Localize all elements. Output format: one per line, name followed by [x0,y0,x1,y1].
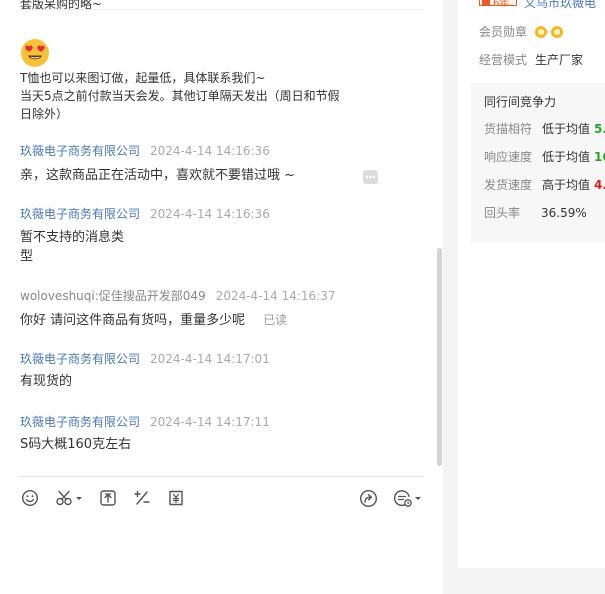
message-time: 2024-4-14 14:16:36 [150,207,270,221]
sender-name[interactable]: 玖薇电子商务有限公司 [20,415,140,429]
compete-row: 响应速度低于均值16 [484,148,605,165]
divider [20,9,424,10]
message-header: 玖薇电子商务有限公司 2024-4-14 14:16:36 [20,142,270,159]
compete-row: 发货速度高于均值4.0 [484,176,605,193]
compete-label: 响应速度 [484,150,533,164]
message-row: 你好 请问这件商品有货吗，重量多少呢 已读 [20,310,287,331]
scrollbar-thumb[interactable] [437,248,442,466]
panel-footer [458,568,605,594]
compete-number: 16 [594,150,605,164]
promo-message: T恤也可以来图订做，起量低，具体联系我们~ 当天5点之前付款当天会发。其他订单隔… [20,69,350,123]
crown-medal-icon[interactable] [534,26,547,38]
message-text: 亲，这款商品正在活动中，喜欢就不要错过哦 ~ [20,168,296,183]
more-options-icon[interactable] [363,170,378,184]
message-text: 型 [20,249,34,264]
compete-value: 高于均值 [542,178,591,192]
competitiveness-title: 同行间竞争力 [484,95,557,109]
scissors-icon[interactable] [55,487,83,509]
business-mode-label: 经营模式 [479,53,528,67]
compete-row: 货描相符低于均值5. [484,120,605,137]
promo-line: 日除外） [20,107,69,121]
message-header: 玖薇电子商务有限公司 2024-4-14 14:16:36 [20,205,270,222]
compete-number: 5. [594,122,605,136]
message-list: 套版呆购的略~ T恤也可以来图订做，起量低，具体联系我们~ 当天5点之前付款当天… [20,0,425,476]
member-medal-label: 会员勋章 [479,25,528,39]
sender-name[interactable]: 玖薇电子商务有限公司 [20,144,140,158]
read-status: 已读 [263,313,288,327]
member-medal-row: 会员勋章 [479,23,563,40]
message-time: 2024-4-14 14:16:37 [215,289,336,303]
competitiveness-card: 同行间竞争力 货描相符低于均值5. 响应速度低于均值16 发货速度高于均值4.0… [471,83,605,243]
truncated-message-text: 套版呆购的略~ [20,0,103,11]
compete-value: 36.59% [541,206,587,220]
compete-label: 发货速度 [484,178,533,192]
chat-panel: 套版呆购的略~ T恤也可以来图订做，起量低，具体联系我们~ 当天5点之前付款当天… [0,0,443,594]
compete-value: 低于均值 [542,150,591,164]
message-text: 暂不支持的消息类 [20,230,125,245]
share-icon[interactable] [359,487,378,509]
message-header: woloveshuqi:促佳搜品开发部049 2024-4-14 14:16:37 [20,287,336,304]
sender-name[interactable]: 玖薇电子商务有限公司 [20,207,140,221]
promo-line: 当天5点之前付款当天会发。其他订单隔天发出（周日和节假 [20,89,340,103]
shop-year-label: 6年 [493,0,510,9]
shop-year-badge: 6年 [479,0,517,9]
business-mode-value: 生产厂家 [535,53,584,67]
compete-label: 回头率 [484,206,521,220]
upload-file-icon[interactable] [99,487,117,509]
message-header: 玖薇电子商务有限公司 2024-4-14 14:17:11 [20,413,270,430]
message-time: 2024-4-14 14:16:36 [150,144,270,158]
message-time: 2024-4-14 14:17:01 [150,352,270,366]
compete-row: 回头率 36.59% [484,204,587,221]
order-settings-icon[interactable] [393,487,423,509]
compete-label: 货描相符 [484,122,533,136]
message-header: 玖薇电子商务有限公司 2024-4-14 14:17:01 [20,350,270,367]
message-text: S码大概160克左右 [20,437,132,452]
heart-eyes-emoji-icon [20,38,50,68]
crown-medal-icon[interactable] [550,26,563,38]
promo-line: T恤也可以来图订做，起量低，具体联系我们~ [20,71,266,85]
sender-name[interactable]: 玖薇电子商务有限公司 [20,352,140,366]
message-text: 有现货的 [20,374,73,389]
shop-badge-icon [482,0,490,5]
compete-number: 4.0 [594,178,605,192]
message-text: 你好 请问这件商品有货吗，重量多少呢 [20,313,246,328]
panel-gutter [443,0,458,594]
business-mode-row: 经营模式 生产厂家 [479,51,583,68]
compete-value: 低于均值 [542,122,591,136]
sender-name[interactable]: woloveshuqi:促佳搜品开发部049 [20,289,206,303]
toolbar-divider [20,476,424,477]
fraction-icon[interactable] [133,487,151,509]
yuan-tag-icon[interactable] [167,487,185,509]
emoji-icon[interactable] [21,487,39,509]
message-time: 2024-4-14 14:17:11 [150,415,270,429]
shop-name-link[interactable]: 义乌市玖薇电 [524,0,596,11]
